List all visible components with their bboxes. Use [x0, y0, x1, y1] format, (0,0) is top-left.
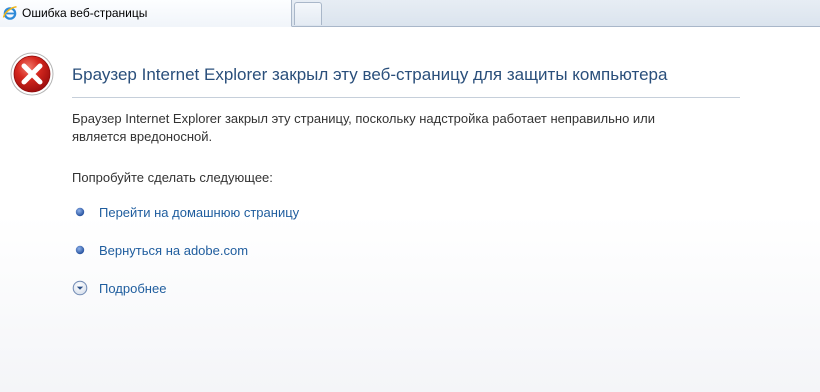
- tab-title: Ошибка веб-страницы: [22, 6, 148, 20]
- bullet-icon: [72, 204, 88, 220]
- more-info-link[interactable]: Подробнее: [99, 281, 166, 296]
- go-home-item[interactable]: Перейти на домашнюю страницу: [72, 203, 299, 221]
- bullet-icon: [72, 242, 88, 258]
- active-tab[interactable]: Ошибка веб-страницы: [0, 0, 292, 27]
- error-icon: [9, 51, 55, 97]
- page-title: Браузер Internet Explorer закрыл эту веб…: [72, 65, 668, 84]
- go-back-link[interactable]: Вернуться на adobe.com: [99, 243, 248, 258]
- go-home-link[interactable]: Перейти на домашнюю страницу: [99, 205, 299, 220]
- ie-logo-icon: [2, 5, 18, 21]
- new-tab-button[interactable]: [294, 2, 322, 25]
- chevron-down-icon[interactable]: [72, 280, 88, 296]
- suggestions-label: Попробуйте сделать следующее:: [72, 170, 273, 185]
- go-back-item[interactable]: Вернуться на adobe.com: [72, 241, 248, 259]
- divider: [72, 97, 740, 98]
- more-info-item[interactable]: Подробнее: [72, 279, 166, 297]
- error-description: Браузер Internet Explorer закрыл эту стр…: [72, 111, 656, 144]
- tab-bar: Ошибка веб-страницы: [0, 0, 820, 27]
